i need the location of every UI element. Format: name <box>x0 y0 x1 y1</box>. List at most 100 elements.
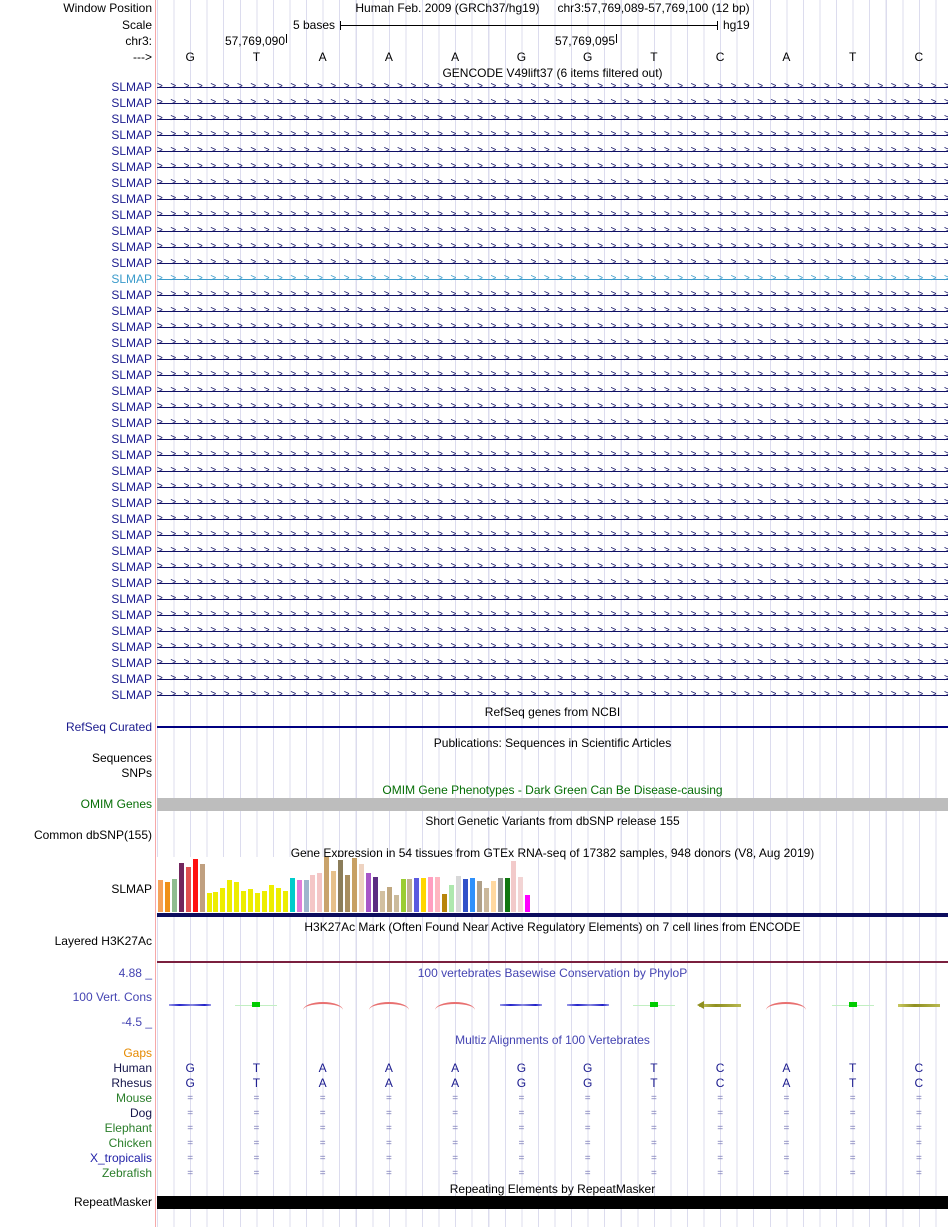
gene-label[interactable]: SLMAP <box>0 271 152 287</box>
gencode-transcript-row[interactable]: SLMAP >>>>>>>>>>>>>>>>>>>>>>>>>>>>>>>>>>>… <box>0 639 950 655</box>
phylop-mark-red-arc[interactable] <box>763 999 809 1011</box>
gene-label[interactable]: SLMAP <box>0 559 152 575</box>
gene-label[interactable]: SLMAP <box>0 207 152 223</box>
dbsnp-label[interactable]: Common dbSNP(155) <box>0 828 152 843</box>
gencode-transcript-row[interactable]: SLMAP >>>>>>>>>>>>>>>>>>>>>>>>>>>>>>>>>>>… <box>0 351 950 367</box>
gene-label[interactable]: SLMAP <box>0 479 152 495</box>
phylop-mark-olive-line[interactable] <box>896 999 942 1011</box>
gene-label[interactable]: SLMAP <box>0 335 152 351</box>
gencode-transcript-row[interactable]: SLMAP >>>>>>>>>>>>>>>>>>>>>>>>>>>>>>>>>>>… <box>0 223 950 239</box>
gene-label[interactable]: SLMAP <box>0 143 152 159</box>
transcript-arrow-line[interactable]: >>>>>>>>>>>>>>>>>>>>>>>>>>>>>>>>>>>>>>>>… <box>157 95 948 111</box>
sequences-label[interactable]: Sequences <box>0 751 152 766</box>
transcript-arrow-line[interactable]: >>>>>>>>>>>>>>>>>>>>>>>>>>>>>>>>>>>>>>>>… <box>157 543 948 559</box>
transcript-arrow-line[interactable]: >>>>>>>>>>>>>>>>>>>>>>>>>>>>>>>>>>>>>>>>… <box>157 527 948 543</box>
gtex-gene-label[interactable]: SLMAP <box>0 882 152 897</box>
dbsnp-title[interactable]: Short Genetic Variants from dbSNP releas… <box>157 814 948 828</box>
transcript-arrow-line[interactable]: >>>>>>>>>>>>>>>>>>>>>>>>>>>>>>>>>>>>>>>>… <box>157 655 948 671</box>
gencode-transcript-row[interactable]: SLMAP >>>>>>>>>>>>>>>>>>>>>>>>>>>>>>>>>>>… <box>0 191 950 207</box>
transcript-arrow-line[interactable]: >>>>>>>>>>>>>>>>>>>>>>>>>>>>>>>>>>>>>>>>… <box>157 319 948 335</box>
transcript-arrow-line[interactable]: >>>>>>>>>>>>>>>>>>>>>>>>>>>>>>>>>>>>>>>>… <box>157 303 948 319</box>
multiz-row-elephant[interactable]: Elephant = = = = = = = = = = = = <box>0 1121 950 1136</box>
gencode-transcript-row[interactable]: SLMAP >>>>>>>>>>>>>>>>>>>>>>>>>>>>>>>>>>>… <box>0 127 950 143</box>
multiz-row-chicken[interactable]: Chicken = = = = = = = = = = = = <box>0 1136 950 1151</box>
gene-label[interactable]: SLMAP <box>0 655 152 671</box>
gencode-transcript-row[interactable]: SLMAP >>>>>>>>>>>>>>>>>>>>>>>>>>>>>>>>>>>… <box>0 399 950 415</box>
repeatmasker-title[interactable]: Repeating Elements by RepeatMasker <box>157 1182 948 1196</box>
gene-label[interactable]: SLMAP <box>0 127 152 143</box>
transcript-arrow-line[interactable]: >>>>>>>>>>>>>>>>>>>>>>>>>>>>>>>>>>>>>>>>… <box>157 175 948 191</box>
gene-label[interactable]: SLMAP <box>0 95 152 111</box>
transcript-arrow-line[interactable]: >>>>>>>>>>>>>>>>>>>>>>>>>>>>>>>>>>>>>>>>… <box>157 351 948 367</box>
transcript-arrow-line[interactable]: >>>>>>>>>>>>>>>>>>>>>>>>>>>>>>>>>>>>>>>>… <box>157 159 948 175</box>
multiz-row-dog[interactable]: Dog = = = = = = = = = = = = <box>0 1106 950 1121</box>
gencode-transcript-row[interactable]: SLMAP >>>>>>>>>>>>>>>>>>>>>>>>>>>>>>>>>>>… <box>0 655 950 671</box>
multiz-title[interactable]: Multiz Alignments of 100 Vertebrates <box>157 1033 948 1047</box>
transcript-arrow-line[interactable]: >>>>>>>>>>>>>>>>>>>>>>>>>>>>>>>>>>>>>>>>… <box>157 671 948 687</box>
snps-label[interactable]: SNPs <box>0 766 152 781</box>
transcript-arrow-line[interactable]: >>>>>>>>>>>>>>>>>>>>>>>>>>>>>>>>>>>>>>>>… <box>157 383 948 399</box>
multiz-row-human[interactable]: Human G T A A A G G T C A T C <box>0 1061 950 1076</box>
gene-label[interactable]: SLMAP <box>0 463 152 479</box>
species-label[interactable]: X_tropicalis <box>0 1151 152 1166</box>
gene-label[interactable]: SLMAP <box>0 639 152 655</box>
phylop-mark-red-arc[interactable] <box>366 999 412 1011</box>
transcript-arrow-line[interactable]: >>>>>>>>>>>>>>>>>>>>>>>>>>>>>>>>>>>>>>>>… <box>157 639 948 655</box>
gencode-transcript-row[interactable]: SLMAP >>>>>>>>>>>>>>>>>>>>>>>>>>>>>>>>>>>… <box>0 591 950 607</box>
gencode-transcript-row[interactable]: SLMAP >>>>>>>>>>>>>>>>>>>>>>>>>>>>>>>>>>>… <box>0 159 950 175</box>
gencode-title[interactable]: GENCODE V49lift37 (6 items filtered out) <box>157 66 948 80</box>
gene-label[interactable]: SLMAP <box>0 191 152 207</box>
gencode-transcript-row[interactable]: SLMAP >>>>>>>>>>>>>>>>>>>>>>>>>>>>>>>>>>>… <box>0 207 950 223</box>
gencode-transcript-row[interactable]: SLMAP >>>>>>>>>>>>>>>>>>>>>>>>>>>>>>>>>>>… <box>0 543 950 559</box>
transcript-arrow-line[interactable]: >>>>>>>>>>>>>>>>>>>>>>>>>>>>>>>>>>>>>>>>… <box>157 431 948 447</box>
phylop-mark-red-arc[interactable] <box>432 999 478 1011</box>
gencode-transcript-row[interactable]: SLMAP >>>>>>>>>>>>>>>>>>>>>>>>>>>>>>>>>>>… <box>0 559 950 575</box>
gene-label[interactable]: SLMAP <box>0 399 152 415</box>
gene-label[interactable]: SLMAP <box>0 607 152 623</box>
conservation-label[interactable]: 100 Vert. Cons <box>0 990 152 1005</box>
gene-label[interactable]: SLMAP <box>0 287 152 303</box>
transcript-arrow-line[interactable]: >>>>>>>>>>>>>>>>>>>>>>>>>>>>>>>>>>>>>>>>… <box>157 127 948 143</box>
gene-label[interactable]: SLMAP <box>0 79 152 95</box>
phylop-mark-green-dot[interactable] <box>830 999 876 1011</box>
gene-label[interactable]: SLMAP <box>0 175 152 191</box>
gtex-expression-bar[interactable] <box>393 895 399 912</box>
transcript-arrow-line[interactable]: >>>>>>>>>>>>>>>>>>>>>>>>>>>>>>>>>>>>>>>>… <box>157 415 948 431</box>
transcript-arrow-line[interactable]: >>>>>>>>>>>>>>>>>>>>>>>>>>>>>>>>>>>>>>>>… <box>157 575 948 591</box>
gene-label[interactable]: SLMAP <box>0 303 152 319</box>
transcript-arrow-line[interactable]: >>>>>>>>>>>>>>>>>>>>>>>>>>>>>>>>>>>>>>>>… <box>157 511 948 527</box>
species-label[interactable]: Zebrafish <box>0 1166 152 1181</box>
multiz-row-zebrafish[interactable]: Zebrafish = = = = = = = = = = = = <box>0 1166 950 1181</box>
gencode-transcript-row[interactable]: SLMAP >>>>>>>>>>>>>>>>>>>>>>>>>>>>>>>>>>>… <box>0 575 950 591</box>
gencode-transcript-row[interactable]: SLMAP >>>>>>>>>>>>>>>>>>>>>>>>>>>>>>>>>>>… <box>0 367 950 383</box>
multiz-row-x_tropicalis[interactable]: X_tropicalis = = = = = = = = = = = = <box>0 1151 950 1166</box>
transcript-arrow-line[interactable]: >>>>>>>>>>>>>>>>>>>>>>>>>>>>>>>>>>>>>>>>… <box>157 607 948 623</box>
gencode-transcript-row[interactable]: SLMAP >>>>>>>>>>>>>>>>>>>>>>>>>>>>>>>>>>>… <box>0 239 950 255</box>
phylop-mark-blue-line[interactable] <box>565 999 611 1011</box>
transcript-arrow-line[interactable]: >>>>>>>>>>>>>>>>>>>>>>>>>>>>>>>>>>>>>>>>… <box>157 143 948 159</box>
transcript-arrow-line[interactable]: >>>>>>>>>>>>>>>>>>>>>>>>>>>>>>>>>>>>>>>>… <box>157 271 948 287</box>
gencode-transcript-row[interactable]: SLMAP >>>>>>>>>>>>>>>>>>>>>>>>>>>>>>>>>>>… <box>0 607 950 623</box>
gencode-transcript-row[interactable]: SLMAP >>>>>>>>>>>>>>>>>>>>>>>>>>>>>>>>>>>… <box>0 623 950 639</box>
gene-label[interactable]: SLMAP <box>0 111 152 127</box>
gencode-transcript-row[interactable]: SLMAP >>>>>>>>>>>>>>>>>>>>>>>>>>>>>>>>>>>… <box>0 383 950 399</box>
h3k27ac-title[interactable]: H3K27Ac Mark (Often Found Near Active Re… <box>157 920 948 934</box>
transcript-arrow-line[interactable]: >>>>>>>>>>>>>>>>>>>>>>>>>>>>>>>>>>>>>>>>… <box>157 447 948 463</box>
publications-title[interactable]: Publications: Sequences in Scientific Ar… <box>157 736 948 750</box>
gencode-transcript-row[interactable]: SLMAP >>>>>>>>>>>>>>>>>>>>>>>>>>>>>>>>>>>… <box>0 687 950 703</box>
phylop-mark-blue-line[interactable] <box>498 999 544 1011</box>
transcript-arrow-line[interactable]: >>>>>>>>>>>>>>>>>>>>>>>>>>>>>>>>>>>>>>>>… <box>157 559 948 575</box>
transcript-arrow-line[interactable]: >>>>>>>>>>>>>>>>>>>>>>>>>>>>>>>>>>>>>>>>… <box>157 207 948 223</box>
transcript-arrow-line[interactable]: >>>>>>>>>>>>>>>>>>>>>>>>>>>>>>>>>>>>>>>>… <box>157 399 948 415</box>
gene-label[interactable]: SLMAP <box>0 623 152 639</box>
transcript-arrow-line[interactable]: >>>>>>>>>>>>>>>>>>>>>>>>>>>>>>>>>>>>>>>>… <box>157 79 948 95</box>
gene-label[interactable]: SLMAP <box>0 527 152 543</box>
species-label[interactable]: Gaps <box>0 1046 152 1061</box>
gencode-transcript-row[interactable]: SLMAP >>>>>>>>>>>>>>>>>>>>>>>>>>>>>>>>>>>… <box>0 431 950 447</box>
species-label[interactable]: Human <box>0 1061 152 1076</box>
gene-label[interactable]: SLMAP <box>0 575 152 591</box>
h3k27ac-signal-line[interactable] <box>157 961 948 963</box>
gencode-transcript-row[interactable]: SLMAP >>>>>>>>>>>>>>>>>>>>>>>>>>>>>>>>>>>… <box>0 319 950 335</box>
transcript-arrow-line[interactable]: >>>>>>>>>>>>>>>>>>>>>>>>>>>>>>>>>>>>>>>>… <box>157 591 948 607</box>
multiz-row-gaps[interactable]: Gaps <box>0 1046 950 1061</box>
